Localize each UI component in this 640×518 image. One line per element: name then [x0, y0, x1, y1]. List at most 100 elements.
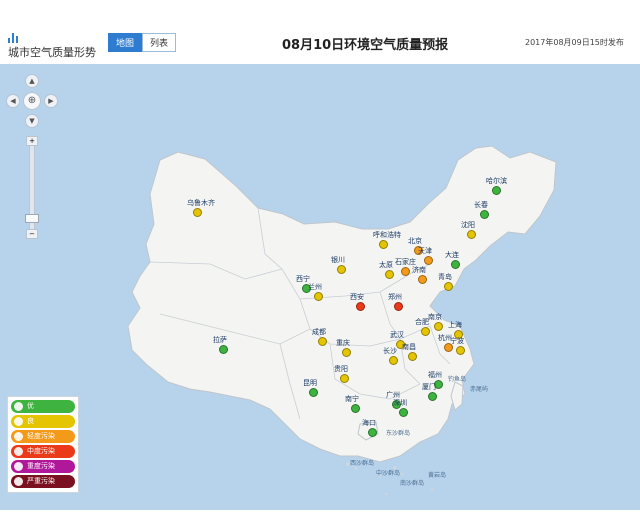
city-label: 上海	[448, 321, 462, 329]
city-marker-icon[interactable]	[456, 346, 465, 355]
city-label: 天津	[418, 247, 432, 255]
legend-item-good: 良	[11, 415, 75, 428]
city-marker-icon[interactable]	[467, 230, 476, 239]
city-label: 重庆	[336, 339, 350, 347]
city-label: 北京	[408, 237, 422, 245]
chart-logo-icon	[8, 33, 20, 43]
city-label: 昆明	[303, 379, 317, 387]
recenter-icon[interactable]: ⊕	[23, 92, 41, 110]
city-label: 呼和浩特	[373, 231, 401, 239]
pan-right-icon[interactable]: ▶	[44, 94, 58, 108]
city-label: 哈尔滨	[486, 177, 507, 185]
legend-label: 严重污染	[27, 477, 55, 485]
city-label: 长沙	[383, 347, 397, 355]
city-marker-icon[interactable]	[356, 302, 365, 311]
sea-label: 西沙群岛	[350, 460, 375, 467]
aqi-legend: 优 良 轻度污染 中度污染 重度污染 严重污染	[7, 396, 79, 493]
city-marker-icon[interactable]	[368, 428, 377, 437]
city-marker-icon[interactable]	[424, 256, 433, 265]
zoom-out-button[interactable]: −	[26, 229, 38, 239]
city-marker-icon[interactable]	[389, 356, 398, 365]
city-label: 银川	[331, 256, 345, 264]
legend-item-severe: 严重污染	[11, 475, 75, 488]
city-label: 南昌	[402, 343, 416, 351]
city-marker-icon[interactable]	[342, 348, 351, 357]
zoom-slider-thumb[interactable]	[25, 214, 39, 223]
city-label: 长春	[474, 201, 488, 209]
zoom-in-button[interactable]: +	[26, 136, 38, 146]
city-label: 郑州	[388, 293, 402, 301]
city-marker-icon[interactable]	[340, 374, 349, 383]
city-label: 海口	[362, 419, 376, 427]
pan-left-icon[interactable]: ◀	[6, 94, 20, 108]
legend-label: 优	[27, 402, 34, 410]
pan-down-icon[interactable]: ▼	[25, 114, 39, 128]
city-label: 深圳	[393, 399, 407, 407]
legend-item-excellent: 优	[11, 400, 75, 413]
city-marker-icon[interactable]	[309, 388, 318, 397]
city-label: 太原	[379, 261, 393, 269]
city-marker-icon[interactable]	[351, 404, 360, 413]
tab-map[interactable]: 地图	[108, 33, 143, 52]
legend-dot-icon	[14, 402, 23, 411]
city-marker-icon[interactable]	[428, 392, 437, 401]
city-marker-icon[interactable]	[444, 282, 453, 291]
legend-item-heavy: 重度污染	[11, 460, 75, 473]
sea-label: 黄岩岛	[428, 472, 447, 479]
sea-label: 东沙群岛	[386, 430, 411, 437]
city-label: 济南	[412, 266, 426, 274]
legend-dot-icon	[14, 432, 23, 441]
legend-item-moderate: 中度污染	[11, 445, 75, 458]
pan-up-icon[interactable]: ▲	[25, 74, 39, 88]
city-marker-icon[interactable]	[451, 260, 460, 269]
city-marker-icon[interactable]	[219, 345, 228, 354]
city-label: 南宁	[345, 395, 359, 403]
city-label: 宁波	[450, 337, 464, 345]
city-marker-icon[interactable]	[418, 275, 427, 284]
sea-label: 赤尾屿	[470, 386, 489, 393]
city-label: 合肥	[415, 318, 429, 326]
legend-dot-icon	[14, 477, 23, 486]
tab-list[interactable]: 列表	[142, 33, 177, 52]
legend-label: 良	[27, 417, 34, 425]
legend-label: 重度污染	[27, 462, 55, 470]
app-title: 城市空气质量形势	[8, 46, 96, 59]
city-marker-icon[interactable]	[401, 267, 410, 276]
city-marker-icon[interactable]	[421, 327, 430, 336]
legend-item-light: 轻度污染	[11, 430, 75, 443]
city-label: 南京	[428, 313, 442, 321]
map-pan-control: ▲ ◀ ▶ ▼ ⊕	[6, 74, 58, 128]
city-label: 福州	[428, 371, 442, 379]
city-label: 拉萨	[213, 336, 227, 344]
city-marker-icon[interactable]	[394, 302, 403, 311]
city-marker-icon[interactable]	[318, 337, 327, 346]
city-label: 厦门	[422, 383, 436, 391]
city-label: 青岛	[438, 273, 452, 281]
city-label: 大连	[445, 251, 459, 259]
city-label: 乌鲁木齐	[187, 199, 215, 207]
legend-dot-icon	[14, 462, 23, 471]
city-marker-icon[interactable]	[385, 270, 394, 279]
city-marker-icon[interactable]	[379, 240, 388, 249]
city-marker-icon[interactable]	[480, 210, 489, 219]
city-marker-icon[interactable]	[399, 408, 408, 417]
city-marker-icon[interactable]	[193, 208, 202, 217]
city-marker-icon[interactable]	[408, 352, 417, 361]
city-label: 贵阳	[334, 365, 348, 373]
legend-dot-icon	[14, 417, 23, 426]
publish-time: 2017年08月09日15时发布	[525, 38, 624, 47]
city-marker-icon[interactable]	[337, 265, 346, 274]
sea-label: 南沙群岛	[400, 480, 425, 487]
china-map[interactable]: 钓鱼岛 赤尾屿 东沙群岛 西沙群岛 中沙群岛 黄岩岛 南沙群岛 乌鲁木齐 哈尔滨长…	[0, 64, 640, 510]
city-marker-icon[interactable]	[434, 322, 443, 331]
city-marker-icon[interactable]	[492, 186, 501, 195]
view-tabs: 地图 列表	[108, 33, 177, 52]
page-title: 08月10日环境空气质量预报	[282, 38, 449, 53]
city-label: 沈阳	[461, 221, 475, 229]
city-label: 兰州	[308, 283, 322, 291]
city-marker-icon[interactable]	[314, 292, 323, 301]
legend-label: 中度污染	[27, 447, 55, 455]
legend-dot-icon	[14, 447, 23, 456]
header: 城市空气质量形势 地图 列表 08月10日环境空气质量预报 2017年08月09…	[0, 0, 640, 64]
sea-label: 中沙群岛	[376, 470, 401, 477]
